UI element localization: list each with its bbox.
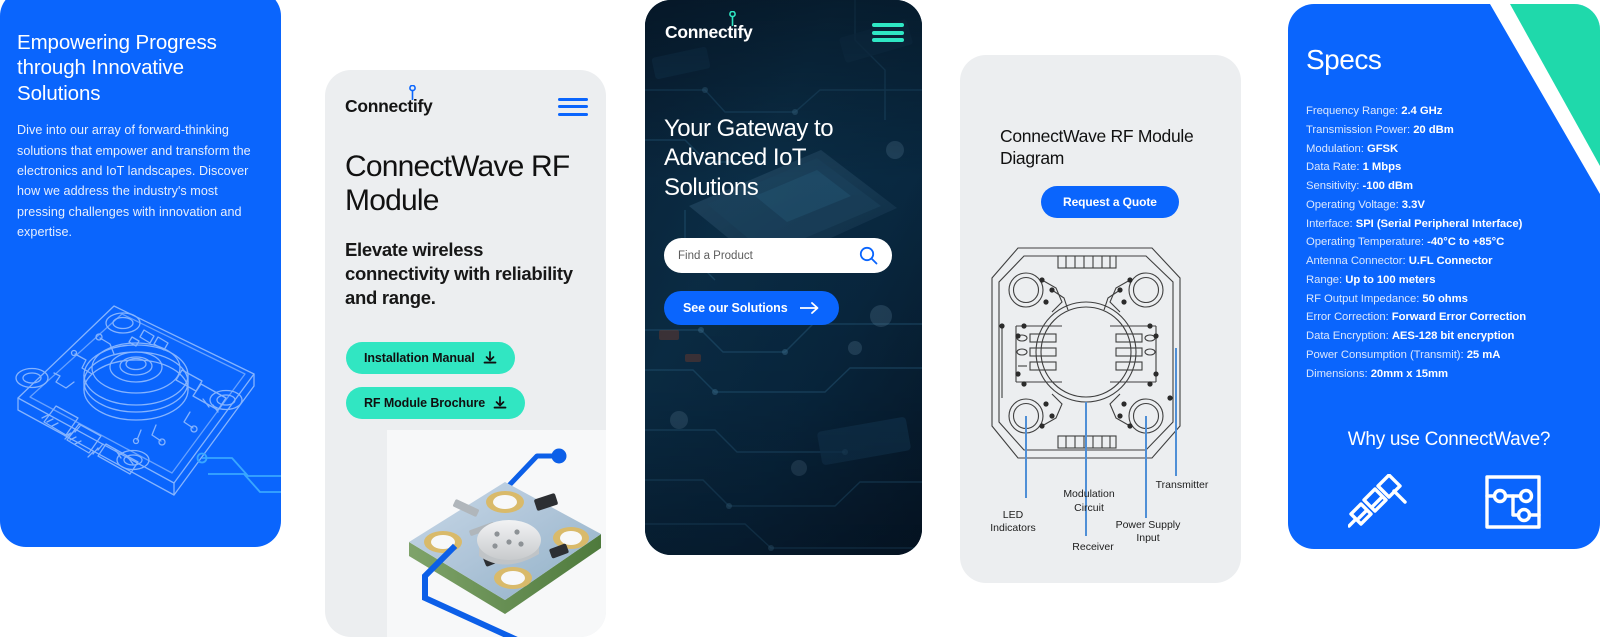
location-pin-icon [729,11,736,26]
see-our-solutions-button[interactable]: See our Solutions [664,291,839,325]
spec-row: Data Rate: 1 Mbps [1306,161,1402,174]
circuit-chip-icon [1485,475,1541,529]
spec-row: Antenna Connector: U.FL Connector [1306,255,1493,267]
spec-row: Transmission Power: 20 dBm [1306,123,1454,136]
diagram-label-power: Power Supply [1116,519,1182,531]
specs-list: Frequency Range: 2.4 GHz Transmission Po… [1306,102,1590,383]
arrow-right-icon [799,302,818,314]
spec-row: Range: Up to 100 meters [1306,273,1436,286]
panel1-text-block: Empowering Progress through Innovative S… [17,30,267,243]
isometric-pcb-wireframe-icon [15,305,281,496]
search-input[interactable] [678,249,859,262]
screenshot-stage: Empowering Progress through Innovative S… [0,0,1600,637]
hamburger-menu-icon[interactable] [872,23,904,42]
spec-row: Sensitivity: -100 dBm [1306,180,1413,192]
hamburger-menu-icon[interactable] [558,97,588,116]
download-icon [483,351,496,364]
panel3-heading: Your Gateway to Advanced IoT Solutions [664,115,834,201]
spec-row: Interface: SPI (Serial Peripheral Interf… [1306,217,1523,230]
installation-manual-button[interactable]: Installation Manual [346,342,515,374]
spec-row: Error Correction: Forward Error Correcti… [1306,311,1527,324]
location-pin-icon [409,85,416,100]
rf-module-brochure-label: RF Module Brochure [364,396,486,410]
request-quote-button[interactable]: Request a Quote [1041,186,1179,218]
spec-row: RF Output Impedance: 50 ohms [1306,292,1468,305]
panel3-header: Connectify [665,11,904,43]
panel2-subheading: Elevate wireless connectivity with relia… [345,239,573,309]
hero-overlay [645,0,922,555]
panel2-heading: ConnectWave RF Module [345,150,570,217]
download-icon [493,396,507,409]
diagram-label-receiver: Receiver [1072,541,1114,553]
rf-sensor-module-photo [387,430,606,637]
module-diagram-card: ConnectWave RF Module Diagram Request a … [960,55,1241,583]
diagram-label-transmitter: Transmitter [1156,479,1209,491]
connectify-logo-text: Connectify [665,22,753,42]
spec-row: Dimensions: 20mm x 15mm [1306,367,1449,380]
connectify-logo[interactable]: Connectify [665,11,753,43]
svg-text:Input: Input [1136,532,1159,544]
panel1-body: Dive into our array of forward-thinking … [17,123,251,240]
benefit-icons [1310,474,1580,530]
empowering-progress-card: Empowering Progress through Innovative S… [0,0,281,547]
why-use-heading: Why use ConnectWave? [1347,429,1551,450]
installation-manual-label: Installation Manual [364,351,475,365]
iot-hero-phone-card: Connectify Your Gateway to Advanced IoT … [645,0,922,555]
search-icon[interactable] [859,246,878,265]
see-our-solutions-label: See our Solutions [683,301,788,315]
diagram-label-led: LED [1003,509,1024,521]
specs-card: Specs Frequency Range: 2.4 GHz Transmiss… [1288,4,1600,549]
satellite-antenna-icon [1348,474,1407,528]
panel4-title: ConnectWave RF Module Diagram [1000,126,1194,169]
svg-text:Indicators: Indicators [990,522,1036,534]
diagram-label-modulation: Modulation [1063,488,1115,500]
connectify-logo-text: Connectify [345,96,433,116]
panel1-title: Empowering Progress through Innovative S… [17,31,217,105]
spec-row: Modulation: GFSK [1306,142,1399,155]
connectwave-product-card: Connectify ConnectWave RF Module Elevate… [325,70,606,637]
spec-row: Operating Temperature: -40°C to +85°C [1306,236,1505,249]
connectify-logo[interactable]: Connectify [345,85,433,117]
rf-module-technical-diagram: LED Indicators Modulation Circuit Receiv… [990,247,1209,553]
spec-row: Frequency Range: 2.4 GHz [1306,105,1443,117]
spec-row: Power Consumption (Transmit): 25 mA [1306,348,1501,361]
panel2-header: Connectify [345,85,588,117]
spec-row: Operating Voltage: 3.3V [1306,198,1425,211]
rf-module-brochure-button[interactable]: RF Module Brochure [346,387,526,419]
spec-row: Data Encryption: AES-128 bit encryption [1306,330,1515,342]
specs-heading: Specs [1306,44,1382,75]
svg-text:Circuit: Circuit [1074,502,1104,514]
product-search-bar[interactable] [664,238,892,273]
